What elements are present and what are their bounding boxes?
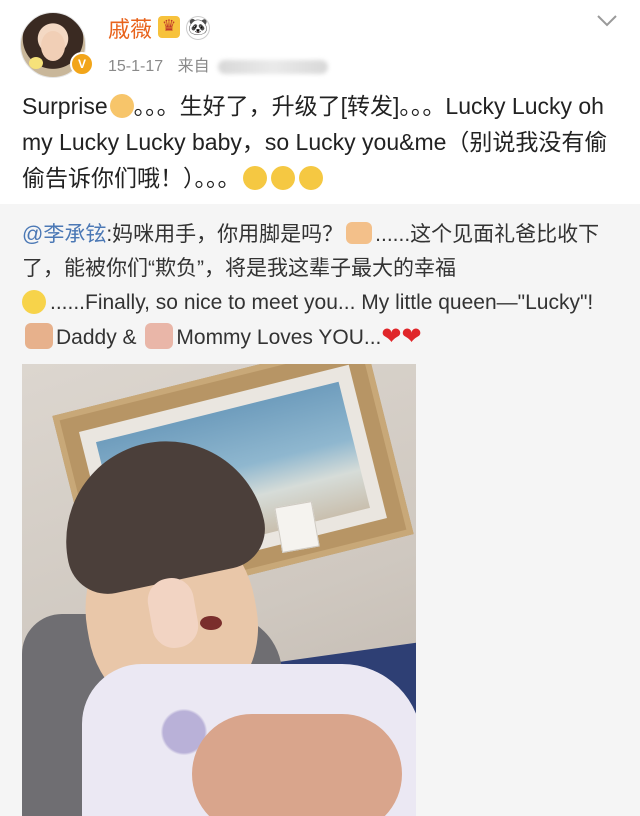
repost-text-part1: :妈咪用手，你用脚是吗？ <box>106 223 344 246</box>
smiley-emoji <box>22 290 46 314</box>
photo-skin <box>192 714 402 816</box>
repost-card[interactable]: @李承铉:妈咪用手，你用脚是吗？ ......这个见面礼爸比收下了，能被你们“欺负… <box>0 204 640 816</box>
chevron-down-icon[interactable] <box>596 14 618 28</box>
crown-emoji: ♛ <box>158 16 180 38</box>
post-body: Surprise 。。。生好了，升级了[转发]。。。Lucky Lucky oh … <box>22 88 622 196</box>
avatar-flower <box>29 57 43 69</box>
repost-text-part3: ......Finally, so nice to meet you... My… <box>50 291 594 314</box>
photo-mouth <box>200 616 222 630</box>
thumbs-up-emoji <box>346 222 373 244</box>
dad-emoji <box>25 323 53 349</box>
photo-wall-note <box>274 501 320 553</box>
thinking-face-emoji <box>270 166 295 190</box>
post-meta: 15-1-17 来自 <box>108 52 329 76</box>
thinking-face-emoji <box>242 166 267 190</box>
mention-link[interactable]: @李承铉 <box>22 223 106 246</box>
heart-emoji: ❤❤ <box>381 323 422 350</box>
repost-body: @李承铉:妈咪用手，你用脚是吗？ ......这个见面礼爸比收下了，能被你们“欺负… <box>22 218 622 355</box>
thinking-face-emoji <box>298 166 323 190</box>
panda-emoji: 🐼 <box>186 16 210 40</box>
post-source-label: 来自 <box>177 58 210 75</box>
repost-text-part4: Daddy & <box>56 326 137 349</box>
username[interactable]: 戚薇 <box>108 12 152 44</box>
verified-badge-icon: V <box>70 52 94 76</box>
post-photo[interactable] <box>22 364 416 816</box>
avatar-face <box>41 31 65 61</box>
repost-text-part5: Mommy Loves YOU... <box>176 326 382 349</box>
blurred-source <box>218 59 329 74</box>
mom-emoji <box>145 323 174 349</box>
post-date: 15-1-17 <box>108 58 164 75</box>
post-header: V 戚薇 ♛ 🐼 15-1-17 来自 <box>0 0 640 88</box>
post-text-part1: Surprise <box>22 93 108 119</box>
victory-hand-emoji <box>109 94 134 118</box>
